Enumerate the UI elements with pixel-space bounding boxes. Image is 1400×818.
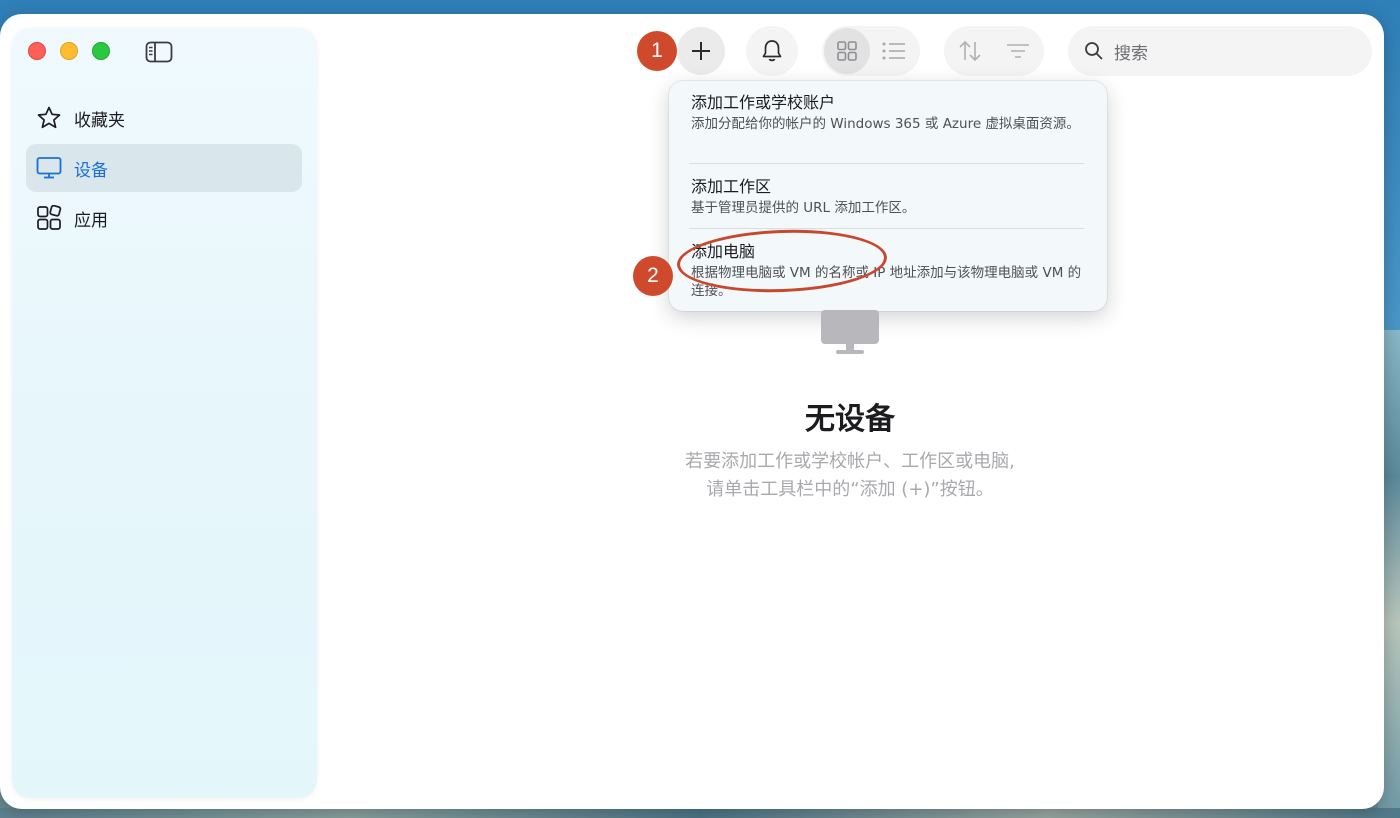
menu-item-title: 添加工作或学校账户 bbox=[691, 93, 836, 112]
bell-icon bbox=[762, 40, 782, 62]
empty-monitor-icon bbox=[820, 310, 880, 358]
grid-view-button[interactable] bbox=[824, 28, 870, 74]
filter-button[interactable] bbox=[996, 26, 1040, 76]
sidebar-toggle-icon[interactable] bbox=[145, 41, 173, 63]
plus-icon bbox=[692, 42, 710, 60]
menu-divider bbox=[689, 228, 1084, 229]
sidebar-item-label: 应用 bbox=[74, 210, 108, 231]
sort-button[interactable] bbox=[948, 26, 992, 76]
menu-item-desc: 添加分配给你的帐户的 Windows 365 或 Azure 虚拟桌面资源。 bbox=[691, 116, 1080, 132]
empty-state-line-1: 若要添加工作或学校帐户、工作区或电脑, bbox=[685, 451, 1015, 472]
sidebar-item-devices[interactable]: 设备 bbox=[26, 144, 302, 192]
grid-icon bbox=[837, 41, 857, 61]
sidebar-item-label: 收藏夹 bbox=[74, 110, 125, 131]
apps-icon bbox=[36, 204, 62, 231]
search-placeholder: 搜索 bbox=[1114, 43, 1148, 64]
close-window-button[interactable] bbox=[28, 42, 46, 60]
notifications-button[interactable] bbox=[746, 26, 798, 76]
list-icon bbox=[882, 42, 905, 60]
menu-item-desc: 基于管理员提供的 URL 添加工作区。 bbox=[691, 200, 916, 216]
desktop-background-bottom bbox=[0, 808, 1400, 818]
filter-icon bbox=[1007, 44, 1029, 58]
monitor-icon bbox=[36, 155, 62, 181]
sort-arrows-icon bbox=[959, 40, 981, 62]
minimize-window-button[interactable] bbox=[60, 42, 78, 60]
menu-divider bbox=[689, 163, 1084, 164]
empty-state-description: 若要添加工作或学校帐户、工作区或电脑, 请单击工具栏中的“添加 (+)”按钮。 bbox=[600, 448, 1100, 504]
sidebar-item-label: 设备 bbox=[74, 160, 108, 181]
list-view-button[interactable] bbox=[872, 26, 916, 76]
add-button[interactable] bbox=[677, 27, 725, 75]
menu-item-add-workspace[interactable]: 添加工作区 基于管理员提供的 URL 添加工作区。 bbox=[691, 177, 1085, 217]
menu-item-title: 添加工作区 bbox=[691, 177, 772, 196]
app-window: 收藏夹 设备 应用 搜索 1 添加工作或学校账户 添加分配给你的帐户的 Wind… bbox=[0, 14, 1384, 809]
empty-state-line-2: 请单击工具栏中的“添加 (+)”按钮。 bbox=[706, 479, 994, 500]
menu-item-add-work-account[interactable]: 添加工作或学校账户 添加分配给你的帐户的 Windows 365 或 Azure… bbox=[691, 93, 1085, 133]
empty-state-title: 无设备 bbox=[805, 402, 895, 437]
search-icon bbox=[1085, 42, 1103, 60]
star-icon bbox=[36, 105, 62, 131]
search-field[interactable]: 搜索 bbox=[1068, 26, 1372, 76]
annotation-badge-1: 1 bbox=[637, 31, 677, 71]
zoom-window-button[interactable] bbox=[92, 42, 110, 60]
sidebar-item-favorites[interactable]: 收藏夹 bbox=[26, 94, 302, 142]
annotation-badge-2: 2 bbox=[633, 256, 673, 296]
sidebar-item-apps[interactable]: 应用 bbox=[26, 194, 302, 242]
